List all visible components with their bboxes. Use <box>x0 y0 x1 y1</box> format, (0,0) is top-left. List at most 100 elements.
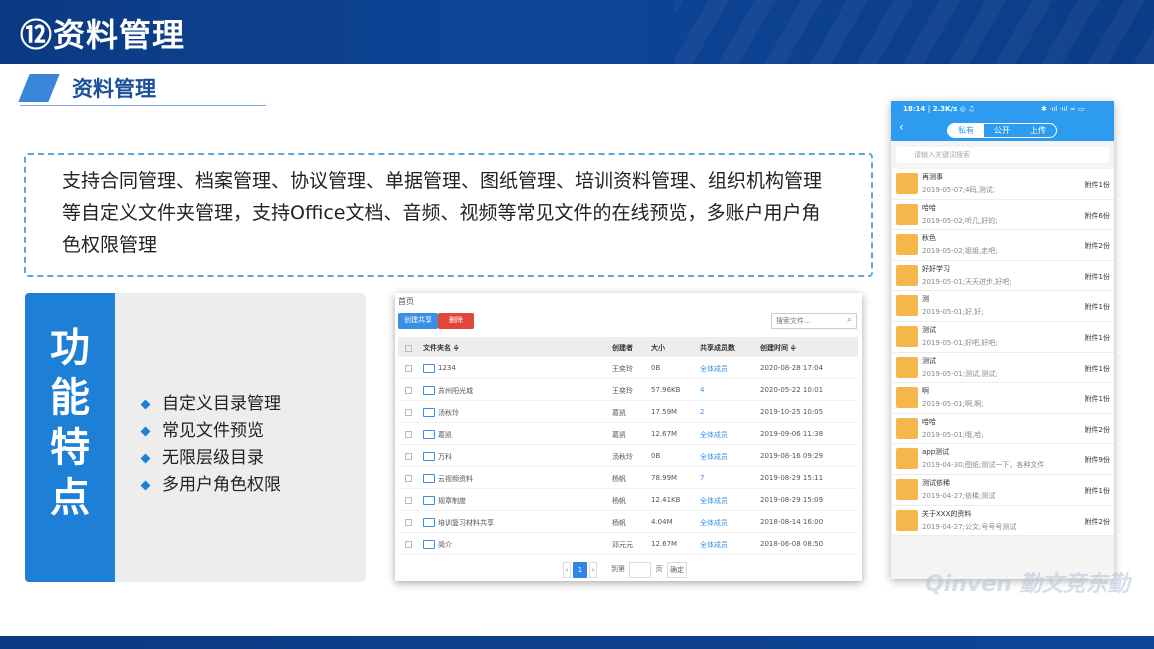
next-page-button[interactable]: › <box>589 562 597 578</box>
item-attachment-count: 附件1份 <box>1084 303 1110 312</box>
row-share[interactable]: 全体成员 <box>700 540 728 550</box>
row-share[interactable]: 7 <box>700 474 704 482</box>
row-checkbox[interactable] <box>405 365 412 372</box>
list-item[interactable]: 哈哈 2019-05-01;哦,哈; 附件2份 <box>893 413 1114 445</box>
goto-page-input[interactable] <box>629 562 651 578</box>
table-row[interactable]: 万科 汤秋玲 0B 全体成员 2019-08-16 09:29 <box>398 445 858 467</box>
search-icon[interactable]: ⌕ <box>847 315 852 325</box>
list-item[interactable]: 关于XXX的资料 2019-04-27;公文;号号号测试 附件2份 <box>893 505 1114 537</box>
table-row[interactable]: 云视频资料 杨帆 78.99M 7 2019-08-29 15:11 <box>398 467 858 489</box>
row-share[interactable]: 全体成员 <box>700 496 728 506</box>
item-title: 测试 <box>922 356 936 365</box>
table-row[interactable]: 规章制度 杨帆 12.41KB 全体成员 2019-08-29 15:09 <box>398 489 858 511</box>
row-checkbox[interactable] <box>405 519 412 526</box>
table-row[interactable]: 葛凯 葛凯 12.67M 全体成员 2019-09-06 11:38 <box>398 423 858 445</box>
row-size: 4.04M <box>651 518 673 526</box>
phone-search-input[interactable]: 请输入关键词搜索 <box>896 147 1109 163</box>
list-item[interactable]: 好好学习 2019-05-01;天天进步,好吧; 附件1份 <box>893 260 1114 292</box>
back-arrow-icon[interactable]: ‹ <box>899 121 904 133</box>
row-name[interactable]: 葛凯 <box>438 430 452 440</box>
item-attachment-count: 附件2份 <box>1084 242 1110 251</box>
confirm-button[interactable]: 确定 <box>667 562 687 578</box>
table-row[interactable]: 1234 王奕玲 0B 全体成员 2020-08-28 17:04 <box>398 357 858 379</box>
row-share[interactable]: 全体成员 <box>700 430 728 440</box>
row-checkbox[interactable] <box>405 497 412 504</box>
row-name[interactable]: 苏州阳光城 <box>438 386 473 396</box>
desktop-screenshot: 首页 创建共享 删除 ⌕ 文件夹名 ≑ 创建者 大小 共享成员数 创建时间 ≑ … <box>395 293 862 581</box>
item-attachment-count: 附件1份 <box>1084 364 1110 373</box>
row-creator: 杨帆 <box>612 519 626 527</box>
row-name[interactable]: 简介 <box>438 540 452 550</box>
feature-item: 无限层级目录 <box>140 445 281 472</box>
folder-icon <box>896 234 918 256</box>
row-name[interactable]: 培训复习材料共享 <box>438 518 494 528</box>
feature-side-char: 点 <box>50 475 90 521</box>
row-checkbox[interactable] <box>405 431 412 438</box>
row-name[interactable]: 汤秋玲 <box>438 408 459 418</box>
row-size: 12.67M <box>651 430 678 438</box>
folder-icon <box>423 430 435 439</box>
select-all-checkbox[interactable] <box>405 345 412 352</box>
row-checkbox[interactable] <box>405 475 412 482</box>
item-attachment-count: 附件1份 <box>1084 181 1110 189</box>
row-time: 2019-08-29 15:11 <box>760 474 824 482</box>
table-body: 1234 王奕玲 0B 全体成员 2020-08-28 17:04 苏州阳光城 王奕玲 57.… <box>398 357 858 555</box>
item-attachment-count: 附件9份 <box>1084 456 1110 465</box>
list-item[interactable]: app测试 2019-04-30;图纸;测试一下，各种文件 附件9份 <box>893 444 1114 475</box>
folder-icon <box>423 474 435 483</box>
page-1-button[interactable]: 1 <box>573 562 587 578</box>
item-title: 好好学习 <box>922 264 950 273</box>
col-name-header[interactable]: 文件夹名 ≑ <box>423 343 459 353</box>
folder-icon <box>896 356 918 378</box>
folder-icon <box>896 509 918 531</box>
search-input[interactable] <box>771 313 857 329</box>
table-row[interactable]: 汤秋玲 葛凯 17.59M 2 2019-10-25 10:05 <box>398 401 858 423</box>
list-item[interactable]: 测 2019-05-01;好,好; 附件1份 <box>893 291 1114 322</box>
watermark-logo: Qinven 勤文竞东勤 <box>925 572 1130 597</box>
row-checkbox[interactable] <box>405 453 412 460</box>
table-row[interactable]: 培训复习材料共享 杨帆 4.04M 全体成员 2018-08-14 16:00 <box>398 511 858 533</box>
table-row[interactable]: 简介 邓元元 12.67M 全体成员 2018-06-08 08:50 <box>398 533 858 555</box>
row-name[interactable]: 1234 <box>438 364 456 372</box>
create-share-button[interactable]: 创建共享 <box>398 313 438 329</box>
row-size: 12.41KB <box>651 496 681 504</box>
tab-upload[interactable]: 上传 <box>1020 124 1056 137</box>
row-share[interactable]: 全体成员 <box>700 364 728 374</box>
row-creator: 王奕玲 <box>612 387 633 395</box>
prev-page-button[interactable]: ‹ <box>563 562 571 578</box>
delete-button[interactable]: 删除 <box>438 313 474 329</box>
row-name[interactable]: 万科 <box>438 452 452 462</box>
row-checkbox[interactable] <box>405 541 412 548</box>
row-share[interactable]: 全体成员 <box>700 452 728 462</box>
list-item[interactable]: 测试 2019-05-01;测试,测试; 附件1份 <box>893 352 1114 384</box>
list-item[interactable]: 哈哈 2019-05-02;听几,好的; 附件6份 <box>893 199 1114 231</box>
col-time-header[interactable]: 创建时间 ≑ <box>760 343 796 353</box>
item-subtitle: 2019-04-27;依稀;测试 <box>922 491 996 500</box>
tab-private[interactable]: 私有 <box>948 124 984 137</box>
section-title: 资料管理 <box>72 77 156 101</box>
row-share[interactable]: 2 <box>700 408 704 416</box>
list-item[interactable]: 再测事 2019-05-07;4码,测试; 附件1份 <box>893 169 1114 200</box>
item-attachment-count: 附件6份 <box>1084 211 1110 220</box>
row-checkbox[interactable] <box>405 409 412 416</box>
intro-box: 支持合同管理、档案管理、协议管理、单据管理、图纸管理、培训资料管理、组织机构管理… <box>24 153 873 277</box>
row-name[interactable]: 规章制度 <box>438 496 466 506</box>
folder-icon <box>896 478 918 500</box>
row-checkbox[interactable] <box>405 387 412 394</box>
tab-public[interactable]: 公开 <box>984 124 1020 137</box>
item-attachment-count: 附件1份 <box>1084 272 1110 281</box>
status-bar-left: 18:14 | 2.3K/s ◎ ♫ <box>903 105 975 113</box>
item-title: 再测事 <box>922 173 943 181</box>
row-share[interactable]: 全体成员 <box>700 518 728 528</box>
feature-side-bar: 功 能 特 点 <box>25 293 115 582</box>
breadcrumb[interactable]: 首页 <box>398 296 414 307</box>
table-row[interactable]: 苏州阳光城 王奕玲 57.96KB 4 2020-05-22 10:01 <box>398 379 858 401</box>
folder-icon <box>423 364 435 373</box>
row-size: 12.67M <box>651 540 678 548</box>
row-share[interactable]: 4 <box>700 386 704 394</box>
list-item[interactable]: 啊 2019-05-01;啊,啊; 附件1份 <box>893 383 1114 414</box>
list-item[interactable]: 秋色 2019-05-02;姐姐,走吧; 附件2份 <box>893 230 1114 261</box>
row-name[interactable]: 云视频资料 <box>438 474 473 484</box>
list-item[interactable]: 测试 2019-05-01;好吧,好吧; 附件1份 <box>893 321 1114 353</box>
list-item[interactable]: 测试依稀 2019-04-27;依稀;测试 附件1份 <box>893 474 1114 506</box>
